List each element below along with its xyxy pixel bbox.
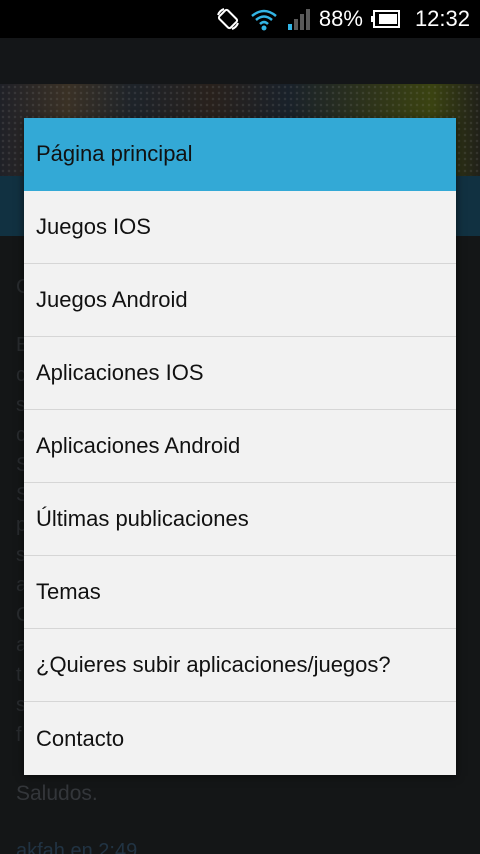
menu-item-juegos-android[interactable]: Juegos Android	[24, 264, 456, 337]
battery-percent: 88%	[318, 6, 363, 31]
menu-item-aplicaciones-ios[interactable]: Aplicaciones IOS	[24, 337, 456, 410]
menu-item-ultimas-publicaciones[interactable]: Últimas publicaciones	[24, 483, 456, 556]
menu-item-subir-aplicaciones[interactable]: ¿Quieres subir aplicaciones/juegos?	[24, 629, 456, 702]
battery-icon	[370, 9, 401, 29]
menu-item-aplicaciones-android[interactable]: Aplicaciones Android	[24, 410, 456, 483]
status-bar: 88% 12:32	[0, 0, 480, 38]
menu-item-temas[interactable]: Temas	[24, 556, 456, 629]
clock: 12:32	[414, 6, 470, 31]
navigation-menu-dialog: Página principal Juegos IOS Juegos Andro…	[24, 118, 456, 775]
menu-item-juegos-ios[interactable]: Juegos IOS	[24, 191, 456, 264]
menu-item-pagina-principal[interactable]: Página principal	[24, 118, 456, 191]
menu-item-contacto[interactable]: Contacto	[24, 702, 456, 775]
wifi-icon	[249, 6, 279, 32]
rotation-lock-icon	[215, 6, 241, 32]
signal-icon	[287, 7, 311, 31]
